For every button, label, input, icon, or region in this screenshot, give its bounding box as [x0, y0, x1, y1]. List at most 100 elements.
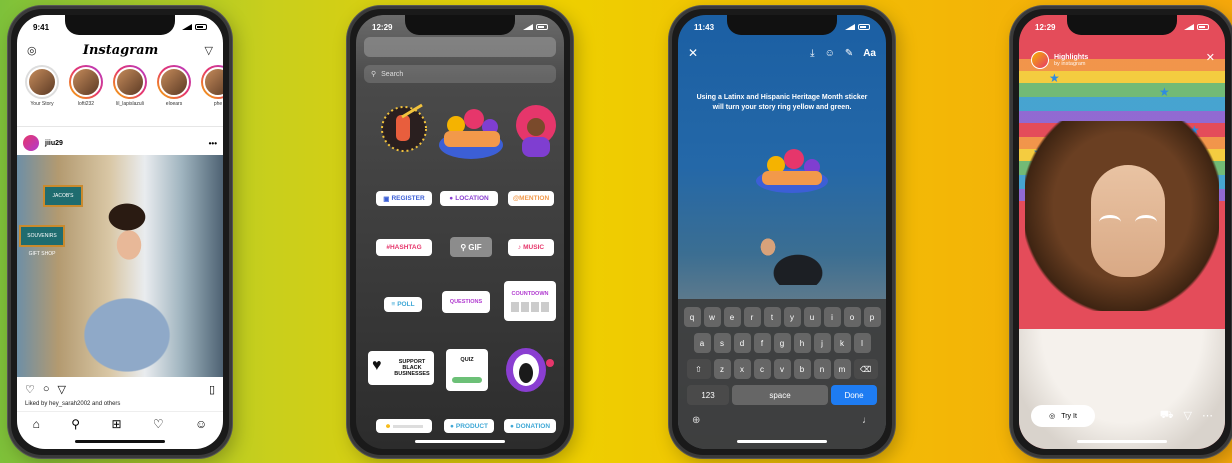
quiz-sticker[interactable]: QUIZ [446, 349, 488, 391]
key-z[interactable]: z [713, 359, 731, 379]
text-tool[interactable]: Aa [863, 48, 876, 59]
key-r[interactable]: r [743, 307, 761, 327]
story-item[interactable]: eloears [155, 65, 193, 126]
story-item[interactable]: Your Story [23, 65, 61, 126]
share-icon[interactable]: ▽ [1184, 409, 1192, 423]
countdown-sticker[interactable]: COUNTDOWN [504, 281, 556, 321]
key-o[interactable]: o [843, 307, 861, 327]
draw-icon[interactable]: ✎ [845, 48, 853, 59]
poll-sticker[interactable]: ≡ POLL [384, 297, 422, 312]
story-item[interactable]: lil_lapislazuli [111, 65, 149, 126]
family-sticker[interactable] [752, 147, 832, 195]
key-q[interactable]: q [683, 307, 701, 327]
profile-icon[interactable]: ☺ [195, 417, 207, 431]
key-u[interactable]: u [803, 307, 821, 327]
heritage-stickers-row [381, 103, 556, 159]
key-h[interactable]: h [793, 333, 811, 353]
shift-key[interactable]: ⇧ [686, 359, 711, 379]
post-username[interactable]: jiiu29 [45, 140, 63, 147]
numbers-key[interactable]: 123 [687, 385, 729, 405]
battery-icon [858, 24, 870, 30]
guitar-sticker[interactable] [381, 103, 427, 152]
location-sticker[interactable]: ● LOCATION [440, 191, 498, 206]
slider-track [393, 424, 424, 428]
product-sticker[interactable]: ● PRODUCT [444, 419, 494, 433]
key-i[interactable]: i [823, 307, 841, 327]
key-t[interactable]: t [763, 307, 781, 327]
share-icon[interactable]: ▽ [58, 383, 66, 396]
key-k[interactable]: k [833, 333, 851, 353]
comment-icon[interactable]: ○ [43, 383, 50, 396]
sticker-icon[interactable]: ☺ [825, 48, 835, 59]
donation-sticker[interactable]: ● DONATION [504, 419, 556, 433]
support-black-businesses-sticker[interactable]: ♥ SUPPORT BLACK BUSINESSES [368, 351, 434, 385]
gif-sticker[interactable]: ⚲ GIF [450, 237, 492, 257]
avatar[interactable] [23, 135, 39, 151]
key-d[interactable]: d [733, 333, 751, 353]
try-it-button[interactable]: ◎ Try It [1031, 405, 1095, 427]
backspace-key[interactable]: ⌫ [853, 359, 878, 379]
car-icon[interactable]: ⛟ [1160, 409, 1174, 423]
activity-icon[interactable]: ♡ [153, 417, 164, 431]
globe-icon[interactable]: ⊕ [692, 415, 700, 426]
key-x[interactable]: x [733, 359, 751, 379]
key-y[interactable]: y [783, 307, 801, 327]
post-image[interactable]: JACOB'S SOUVENIRS GIFT SHOP [17, 155, 223, 377]
key-s[interactable]: s [713, 333, 731, 353]
key-b[interactable]: b [793, 359, 811, 379]
story-item[interactable]: lofti232 [67, 65, 105, 126]
more-icon[interactable]: ••• [209, 139, 217, 148]
key-e[interactable]: e [723, 307, 741, 327]
key-j[interactable]: j [813, 333, 831, 353]
music-sticker[interactable]: ♪ MUSIC [508, 239, 554, 256]
story-item[interactable]: phe [199, 65, 223, 126]
key-c[interactable]: c [753, 359, 771, 379]
avatar [203, 67, 223, 97]
highlight-header[interactable]: Highlights by instagram [1031, 51, 1088, 69]
tab-bar: ⌂ ⚲ ⊞ ♡ ☺ [17, 411, 223, 435]
camera-icon[interactable]: ◎ [27, 44, 37, 57]
key-g[interactable]: g [773, 333, 791, 353]
family-sticker[interactable] [439, 109, 503, 159]
download-icon[interactable]: ⤓ [810, 48, 814, 59]
notch [405, 15, 515, 35]
search-placeholder: Search [381, 70, 404, 78]
register-sticker[interactable]: ▣ REGISTER [376, 191, 432, 206]
home-indicator [75, 440, 165, 443]
signal-icon [182, 24, 192, 30]
background-person [748, 225, 848, 285]
search-icon: ⚲ [460, 242, 467, 252]
add-post-icon[interactable]: ⊞ [111, 417, 121, 431]
location-pin-icon: ● [449, 195, 454, 202]
key-p[interactable]: p [863, 307, 881, 327]
liked-by-text[interactable]: Liked by hey_sarah2002 and others [25, 401, 120, 407]
questions-sticker[interactable]: QUESTIONS [442, 291, 490, 313]
avatar [27, 67, 57, 97]
search-icon[interactable]: ⚲ [71, 417, 80, 431]
heart-icon[interactable]: ♡ [25, 383, 35, 396]
key-n[interactable]: n [813, 359, 831, 379]
key-l[interactable]: l [853, 333, 871, 353]
sign: JACOB'S [43, 185, 83, 207]
close-icon[interactable]: ✕ [1206, 51, 1215, 64]
key-v[interactable]: v [773, 359, 791, 379]
key-m[interactable]: m [833, 359, 851, 379]
woman-sticker[interactable] [516, 105, 556, 157]
mention-sticker[interactable]: @MENTION [508, 191, 554, 206]
done-key[interactable]: Done [831, 385, 877, 405]
drag-area [364, 37, 556, 57]
key-a[interactable]: a [693, 333, 711, 353]
direct-message-icon[interactable]: ▽ [205, 44, 213, 57]
emoji-slider-sticker[interactable]: ☻ [376, 419, 432, 433]
hashtag-sticker[interactable]: #HASHTAG [376, 239, 432, 256]
close-icon[interactable]: ✕ [688, 46, 698, 60]
microphone-icon[interactable]: ♩ [862, 415, 872, 426]
bookmark-icon[interactable]: ▯ [209, 383, 215, 396]
sticker-search-input[interactable]: ⚲ Search [364, 65, 556, 83]
key-f[interactable]: f [753, 333, 771, 353]
shout-sticker[interactable] [502, 345, 558, 395]
key-w[interactable]: w [703, 307, 721, 327]
more-icon[interactable]: ⋯ [1202, 409, 1213, 423]
home-icon[interactable]: ⌂ [33, 417, 40, 431]
space-key[interactable]: space [732, 385, 828, 405]
